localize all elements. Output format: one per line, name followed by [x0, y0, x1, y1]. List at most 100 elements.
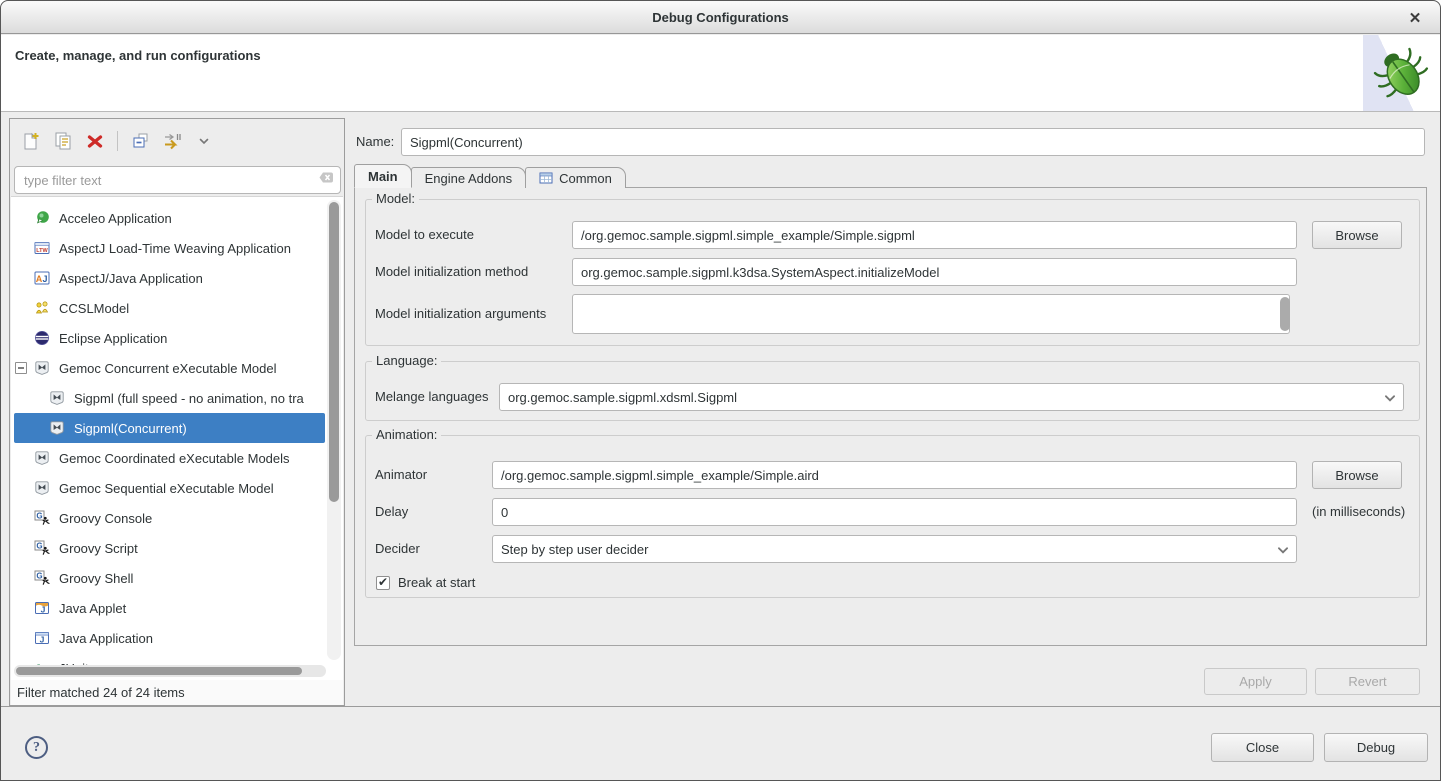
- break-at-start-checkbox[interactable]: ✔: [376, 576, 390, 590]
- tree-horizontal-scrollbar[interactable]: [14, 665, 326, 677]
- model-to-execute-input[interactable]: [572, 221, 1297, 249]
- tree-item-label: Groovy Shell: [59, 571, 133, 586]
- delay-input[interactable]: [492, 498, 1297, 526]
- tree-item[interactable]: Sigpml (full speed - no animation, no tr…: [14, 383, 325, 413]
- chevron-down-icon: [198, 135, 210, 147]
- table-icon: [539, 171, 553, 185]
- configurations-toolbar: [18, 127, 217, 155]
- tree-item-label: AspectJ/Java Application: [59, 271, 203, 286]
- configurations-panel: Acceleo Application LTWAspectJ Load-Time …: [9, 118, 345, 706]
- java-app-icon: J: [34, 630, 50, 646]
- revert-button[interactable]: Revert: [1315, 668, 1420, 695]
- model-init-method-label: Model initialization method: [375, 258, 528, 286]
- animation-group-title: Animation:: [372, 427, 441, 442]
- init-args-scrollbar[interactable]: [1280, 297, 1290, 331]
- collapse-expander-icon[interactable]: [15, 362, 27, 374]
- tree-item[interactable]: G Groovy Script: [14, 533, 325, 563]
- delete-configuration-button[interactable]: [82, 128, 108, 154]
- groovy-icon: G: [34, 540, 50, 556]
- tab-bar: Main Engine Addons Common: [354, 164, 625, 188]
- apply-button[interactable]: Apply: [1204, 668, 1307, 695]
- gemoc-icon: [34, 360, 50, 376]
- svg-text:J: J: [40, 635, 45, 645]
- duplicate-configuration-button[interactable]: [50, 128, 76, 154]
- svg-text:G: G: [36, 512, 42, 521]
- collapse-all-button[interactable]: [127, 128, 153, 154]
- aspectj-java-icon: AJ: [34, 270, 50, 286]
- melange-languages-combo[interactable]: org.gemoc.sample.sigpml.xdsml.Sigpml: [499, 383, 1404, 411]
- model-browse-button[interactable]: Browse: [1312, 221, 1402, 249]
- gemoc-icon: [34, 450, 50, 466]
- filter-configurations-button[interactable]: [159, 128, 185, 154]
- model-init-args-textarea[interactable]: [572, 294, 1290, 334]
- tree-item[interactable]: Acceleo Application: [14, 203, 325, 233]
- toolbar-menu-button[interactable]: [191, 128, 217, 154]
- tree-item[interactable]: Eclipse Application: [14, 323, 325, 353]
- model-group-title: Model:: [372, 191, 419, 206]
- tree-item[interactable]: G Groovy Shell: [14, 563, 325, 593]
- titlebar[interactable]: Debug Configurations ✕: [1, 1, 1440, 34]
- animator-browse-button[interactable]: Browse: [1312, 461, 1402, 489]
- tree-item[interactable]: LTWAspectJ Load-Time Weaving Application: [14, 233, 325, 263]
- tree-item-label: Gemoc Sequential eXecutable Model: [59, 481, 274, 496]
- tree-vertical-scrollbar[interactable]: [327, 200, 341, 660]
- debug-button[interactable]: Debug: [1324, 733, 1428, 762]
- window-title: Debug Configurations: [652, 10, 789, 25]
- svg-text:J: J: [41, 605, 46, 615]
- filter-configurations-icon: [162, 131, 182, 151]
- close-window-icon[interactable]: ✕: [1402, 1, 1428, 34]
- animator-input[interactable]: [492, 461, 1297, 489]
- tree-item[interactable]: Sigpml(Concurrent): [14, 413, 325, 443]
- tree-item-label: Gemoc Concurrent eXecutable Model: [59, 361, 277, 376]
- tree-item-label: Groovy Script: [59, 541, 138, 556]
- name-input[interactable]: [401, 128, 1425, 156]
- model-init-args-label: Model initialization arguments: [375, 300, 546, 328]
- gemoc-icon: [49, 390, 65, 406]
- tree-item-label: Sigpml(Concurrent): [74, 421, 187, 436]
- filter-box: [14, 166, 341, 194]
- header-title: Create, manage, and run configurations: [15, 48, 261, 63]
- filter-status: Filter matched 24 of 24 items: [11, 680, 343, 705]
- tab-engine-addons[interactable]: Engine Addons: [411, 167, 526, 188]
- language-group-title: Language:: [372, 353, 441, 368]
- tab-common[interactable]: Common: [525, 167, 626, 188]
- tree-item-label: Sigpml (full speed - no animation, no tr…: [74, 391, 304, 406]
- help-button[interactable]: ?: [25, 736, 48, 759]
- close-button[interactable]: Close: [1211, 733, 1314, 762]
- tree-item-label: Java Applet: [59, 601, 126, 616]
- tree-item-label: Acceleo Application: [59, 211, 172, 226]
- acceleo-icon: [34, 210, 50, 226]
- gemoc-icon: [34, 480, 50, 496]
- tree-item-label: Gemoc Coordinated eXecutable Models: [59, 451, 290, 466]
- decider-combo[interactable]: Step by step user decider: [492, 535, 1297, 563]
- name-label: Name:: [356, 128, 394, 156]
- clear-filter-icon[interactable]: [319, 170, 334, 190]
- delay-label: Delay: [375, 498, 408, 526]
- new-configuration-button[interactable]: [18, 128, 44, 154]
- tab-content-main: Model: Model to execute Browse Model ini…: [354, 187, 1427, 646]
- tree-item-label: Eclipse Application: [59, 331, 167, 346]
- filter-input[interactable]: [24, 173, 319, 188]
- svg-text:G: G: [36, 572, 42, 581]
- tree-item[interactable]: Gemoc Coordinated eXecutable Models: [14, 443, 325, 473]
- debug-bug-icon: [1363, 35, 1440, 111]
- tree-item[interactable]: Gemoc Concurrent eXecutable Model: [14, 353, 325, 383]
- melange-languages-label: Melange languages: [375, 383, 488, 411]
- header-banner: Create, manage, and run configurations: [1, 35, 1440, 112]
- eclipse-icon: [34, 330, 50, 346]
- delay-units-label: (in milliseconds): [1312, 498, 1405, 526]
- tree-item[interactable]: J Java Applet: [14, 593, 325, 623]
- tree-item[interactable]: Gemoc Sequential eXecutable Model: [14, 473, 325, 503]
- question-mark-icon: ?: [33, 740, 40, 756]
- chevron-down-icon: [1383, 391, 1397, 405]
- model-init-method-input[interactable]: [572, 258, 1297, 286]
- tree-item[interactable]: J Java Application: [14, 623, 325, 653]
- svg-text:LTW: LTW: [36, 248, 48, 254]
- tree-item-label: Java Application: [59, 631, 153, 646]
- tab-main[interactable]: Main: [354, 164, 412, 188]
- tree-item[interactable]: GGroovy Console: [14, 503, 325, 533]
- break-at-start-label: Break at start: [398, 569, 475, 597]
- animator-label: Animator: [375, 461, 427, 489]
- tree-item[interactable]: CCSLModel: [14, 293, 325, 323]
- tree-item[interactable]: AJ AspectJ/Java Application: [14, 263, 325, 293]
